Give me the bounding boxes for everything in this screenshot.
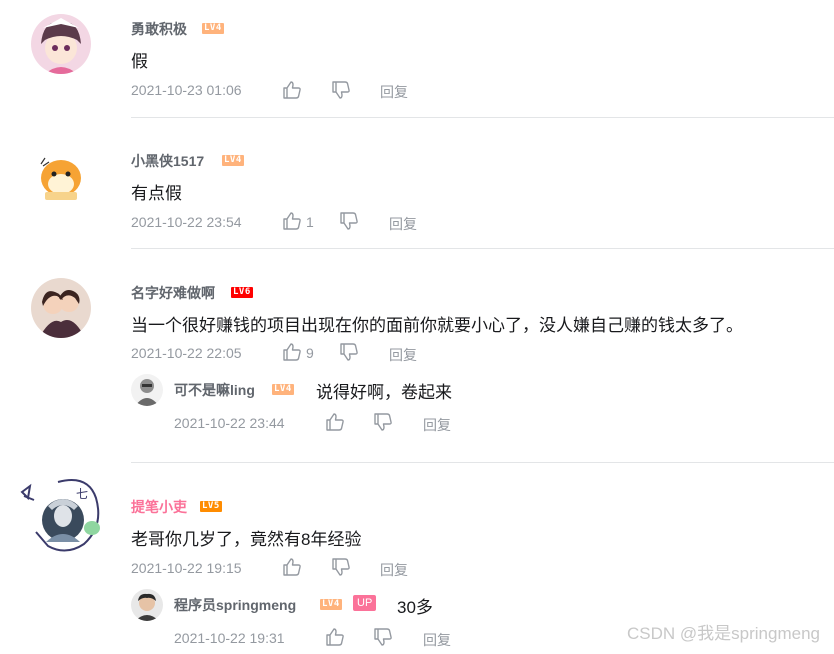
thumb-down-icon[interactable] — [373, 412, 393, 432]
divider — [131, 462, 834, 463]
comment-text: 说得好啊，卷起来 — [316, 383, 452, 402]
divider — [131, 248, 834, 249]
thumb-down-icon[interactable] — [331, 557, 351, 577]
avatar[interactable]: 七 — [18, 476, 104, 556]
watermark: CSDN @我是springmeng — [627, 624, 820, 643]
reply-button[interactable]: 回复 — [423, 630, 451, 650]
level-badge: LV4 — [202, 23, 224, 34]
comment-time: 2021-10-22 22:05 — [131, 345, 242, 361]
reply-button[interactable]: 回复 — [380, 82, 408, 102]
svg-text:七: 七 — [76, 487, 88, 501]
username[interactable]: 名字好难做啊 — [131, 283, 215, 303]
comment-text: 假 — [131, 52, 148, 71]
comment-text: 当一个很好赚钱的项目出现在你的面前你就要小心了，没人嫌自己赚的钱太多了。 — [131, 316, 743, 335]
up-badge: UP — [353, 595, 377, 611]
comment-text: 老哥你几岁了，竟然有8年经验 — [131, 530, 362, 549]
avatar[interactable] — [31, 278, 91, 338]
level-badge: LV4 — [222, 155, 244, 166]
level-badge: LV5 — [200, 501, 222, 512]
comment-text: 有点假 — [131, 184, 182, 203]
username[interactable]: 程序员springmeng — [174, 595, 296, 615]
avatar[interactable] — [31, 146, 91, 206]
thumb-up-icon[interactable] — [325, 412, 345, 432]
comment-time: 2021-10-22 19:31 — [174, 630, 285, 646]
avatar[interactable] — [131, 589, 163, 621]
avatar[interactable] — [31, 14, 91, 74]
thumb-up-icon[interactable] — [325, 627, 345, 647]
level-badge: LV6 — [231, 287, 253, 298]
thumb-down-icon[interactable] — [339, 211, 359, 231]
reply-button[interactable]: 回复 — [389, 214, 417, 234]
reply-button[interactable]: 回复 — [380, 560, 408, 580]
level-badge: LV4 — [272, 384, 294, 395]
avatar[interactable] — [131, 374, 163, 406]
comment-time: 2021-10-22 23:44 — [174, 415, 285, 431]
like-count: 1 — [306, 214, 314, 230]
thumb-up-icon[interactable] — [282, 342, 302, 362]
thumb-up-icon[interactable] — [282, 80, 302, 100]
comment-text: 30多 — [397, 598, 433, 617]
reply-button[interactable]: 回复 — [423, 415, 451, 435]
level-badge: LV4 — [320, 599, 342, 610]
username[interactable]: 小黑侠1517 — [131, 151, 204, 171]
like-count: 9 — [306, 345, 314, 361]
thumb-down-icon[interactable] — [339, 342, 359, 362]
comment-time: 2021-10-23 01:06 — [131, 82, 242, 98]
comment-time: 2021-10-22 23:54 — [131, 214, 242, 230]
reply-button[interactable]: 回复 — [389, 345, 417, 365]
thumb-up-icon[interactable] — [282, 557, 302, 577]
username[interactable]: 勇敢积极 — [131, 19, 187, 39]
username[interactable]: 提笔小吏 — [131, 497, 187, 517]
divider — [131, 117, 834, 118]
username[interactable]: 可不是嘛ling — [174, 380, 255, 400]
thumb-down-icon[interactable] — [331, 80, 351, 100]
thumb-down-icon[interactable] — [373, 627, 393, 647]
thumb-up-icon[interactable] — [282, 211, 302, 231]
comment-time: 2021-10-22 19:15 — [131, 560, 242, 576]
